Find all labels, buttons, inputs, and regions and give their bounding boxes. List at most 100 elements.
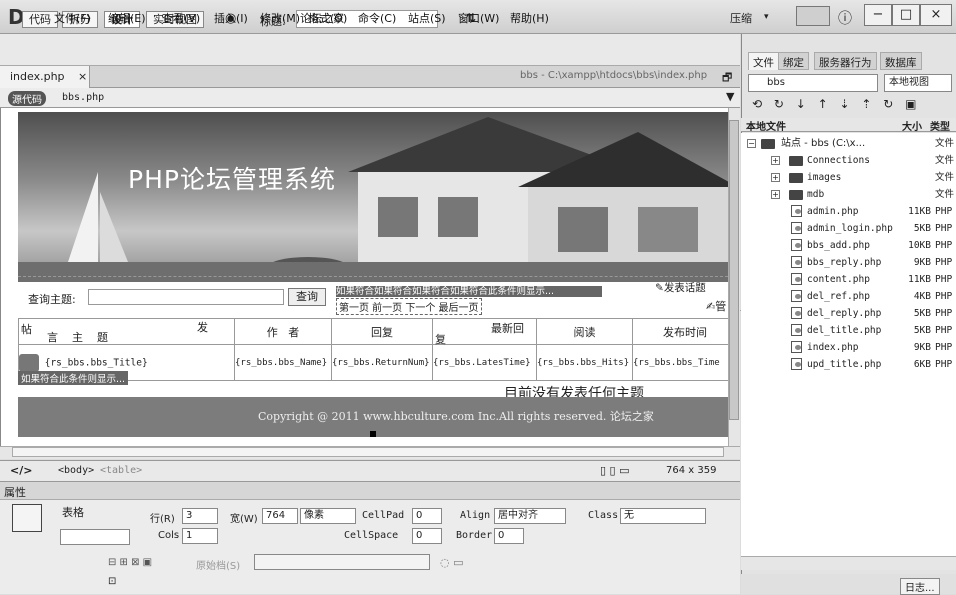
file-list-hscroll[interactable] xyxy=(741,556,956,570)
site-root-row[interactable]: − 站点 - bbs (C:\x... 文件 xyxy=(741,135,956,152)
border-label: Border xyxy=(456,530,493,541)
file-size: 5KB xyxy=(913,325,931,336)
align-select[interactable]: 居中对齐 xyxy=(494,508,566,524)
panel-toolbar-icons[interactable]: ⟲ ↻ ↓ ↑ ⇣ ⇡ ↻ ▣ xyxy=(752,97,920,111)
minimize-button[interactable]: − xyxy=(864,4,892,26)
search-input[interactable] xyxy=(88,289,284,305)
files-tab-3[interactable]: 数据库 xyxy=(880,52,922,70)
related-file-bbs-php[interactable]: bbs.php xyxy=(62,92,104,103)
file-row[interactable]: upd_title.php 6KB PHP xyxy=(741,356,956,373)
window-size[interactable]: 764 x 359 xyxy=(666,465,716,476)
rows-input[interactable]: 3 xyxy=(182,508,218,524)
file-row[interactable]: del_title.php 5KB PHP xyxy=(741,322,956,339)
compress-label[interactable]: 压缩 xyxy=(730,10,752,26)
file-row[interactable]: del_ref.php 4KB PHP xyxy=(741,288,956,305)
file-row[interactable]: bbs_reply.php 9KB PHP xyxy=(741,254,956,271)
maximize-button[interactable]: □ xyxy=(892,4,920,26)
close-window-button[interactable]: × xyxy=(920,4,952,26)
restore-icon[interactable]: 🗗 xyxy=(722,69,732,88)
menu-item-6[interactable]: 命令(C) xyxy=(358,10,396,26)
workspace-switcher-icon[interactable] xyxy=(796,6,830,26)
view-select[interactable]: 本地视图 xyxy=(884,74,952,92)
image-tool-icon[interactable]: ⊡ xyxy=(108,576,116,587)
horizontal-scroll-thumb[interactable] xyxy=(12,447,724,457)
table-header-row: 帖 言 主 题 发 作 者 回复 复 最新回 阅读 发布时间 xyxy=(18,318,738,346)
col-size[interactable]: 大小 xyxy=(902,118,922,133)
browse-folder-icon[interactable]: ◌ ▭ xyxy=(440,556,464,569)
cols-label: Cols xyxy=(158,530,180,541)
files-tab-0[interactable]: 文件 xyxy=(748,52,779,70)
file-size: 5KB xyxy=(913,308,931,319)
file-row[interactable]: content.php 11KB PHP xyxy=(741,271,956,288)
menu-item-7[interactable]: 站点(S) xyxy=(408,10,446,26)
post-topic-link[interactable]: ✎发表话题 xyxy=(655,280,706,295)
log-button[interactable]: 日志... xyxy=(900,578,940,595)
file-size: 9KB xyxy=(913,257,931,268)
file-row[interactable]: del_reply.php 5KB PHP xyxy=(741,305,956,322)
vertical-scroll-thumb[interactable] xyxy=(729,120,739,420)
width-unit-select[interactable]: 像素 xyxy=(300,508,356,524)
site-select[interactable]: bbs xyxy=(748,74,878,92)
width-input[interactable]: 764 xyxy=(262,508,298,524)
files-tab-1[interactable]: 绑定 xyxy=(778,52,809,70)
files-tab-2[interactable]: 服务器行为 xyxy=(814,52,877,70)
menu-item-4[interactable]: 修改(M) xyxy=(260,10,300,26)
folder-row[interactable]: + mdb 文件 xyxy=(741,186,956,203)
code-view-button[interactable]: 代码 xyxy=(22,11,58,28)
php-file-icon xyxy=(791,256,802,268)
conditional-region[interactable]: 如果符合如果符合如果符合如果符合此条件则显示... xyxy=(336,286,602,297)
file-type: 文件 xyxy=(935,189,955,200)
folder-row[interactable]: + Connections 文件 xyxy=(741,152,956,169)
pencil-icon: ✎ xyxy=(655,282,664,294)
menu-item-8[interactable]: 窗口(W) xyxy=(458,10,499,26)
folder-row[interactable]: + images 文件 xyxy=(741,169,956,186)
tab-index-php[interactable]: index.php × xyxy=(0,66,90,88)
device-icons[interactable]: ▯ ▯ ▭ xyxy=(600,464,630,477)
code-tag-icon[interactable]: </> xyxy=(10,464,32,477)
cellpad-input[interactable]: 0 xyxy=(412,508,442,524)
table-tool-icons[interactable]: ⊟ ⊞ ⊠ ▣ xyxy=(108,557,152,568)
php-file-icon xyxy=(791,239,802,251)
tag-body[interactable]: <body> xyxy=(58,465,94,476)
col-local-files[interactable]: 本地文件 xyxy=(746,118,786,133)
file-row[interactable]: admin_login.php 5KB PHP xyxy=(741,220,956,237)
row-conditional-region[interactable]: 如果符合此条件则显示... xyxy=(18,371,129,385)
col-type[interactable]: 类型 xyxy=(930,118,950,133)
search-button[interactable]: 查询 xyxy=(288,288,326,306)
php-file-icon xyxy=(791,205,802,217)
menu-item-3[interactable]: 插入(I) xyxy=(214,10,248,26)
table-id-select[interactable] xyxy=(60,529,130,545)
pagination-links[interactable]: 第一页 前一页 下一个 最后一页 xyxy=(336,298,482,315)
file-row[interactable]: admin.php 11KB PHP xyxy=(741,203,956,220)
file-row[interactable]: index.php 9KB PHP xyxy=(741,339,956,356)
expand-icon[interactable]: + xyxy=(771,173,780,182)
expand-icon[interactable]: + xyxy=(771,156,780,165)
cellspace-input[interactable]: 0 xyxy=(412,528,442,544)
collapse-icon[interactable]: − xyxy=(747,139,756,148)
menu-item-1[interactable]: 编辑(E) xyxy=(108,10,146,26)
file-name: del_reply.php xyxy=(807,308,882,319)
border-input[interactable]: 0 xyxy=(494,528,524,544)
banner-title: PHP论坛管理系统 xyxy=(128,165,336,194)
menu-item-2[interactable]: 查看(V) xyxy=(162,10,200,26)
file-row[interactable]: bbs_add.php 10KB PHP xyxy=(741,237,956,254)
header-topic: 帖 言 主 题 发 xyxy=(18,318,235,345)
class-select[interactable]: 无 xyxy=(620,508,706,524)
original-source-input[interactable] xyxy=(254,554,430,570)
filter-icon[interactable]: ▼ xyxy=(726,90,734,103)
tag-table[interactable]: <table> xyxy=(100,465,142,476)
source-code-button[interactable]: 源代码 xyxy=(8,91,46,106)
document-path: bbs - C:\xampp\htdocs\bbs\index.php xyxy=(520,70,708,81)
chevron-down-icon[interactable]: ▾ xyxy=(764,12,769,22)
table-handle[interactable] xyxy=(370,431,376,437)
menu-item-5[interactable]: 格式(O) xyxy=(308,10,347,26)
help-icon[interactable]: ⓘ xyxy=(838,8,852,28)
menu-item-0[interactable]: 文件(F) xyxy=(54,10,91,26)
close-tab-icon[interactable]: × xyxy=(78,70,87,83)
properties-header: 属性 xyxy=(0,482,740,500)
expand-icon[interactable]: + xyxy=(771,190,780,199)
cols-input[interactable]: 1 xyxy=(182,528,218,544)
menu-item-9[interactable]: 帮助(H) xyxy=(510,10,549,26)
file-list: − 站点 - bbs (C:\x... 文件 + Connections 文件 + image… xyxy=(741,133,956,556)
file-size: 11KB xyxy=(908,274,931,285)
